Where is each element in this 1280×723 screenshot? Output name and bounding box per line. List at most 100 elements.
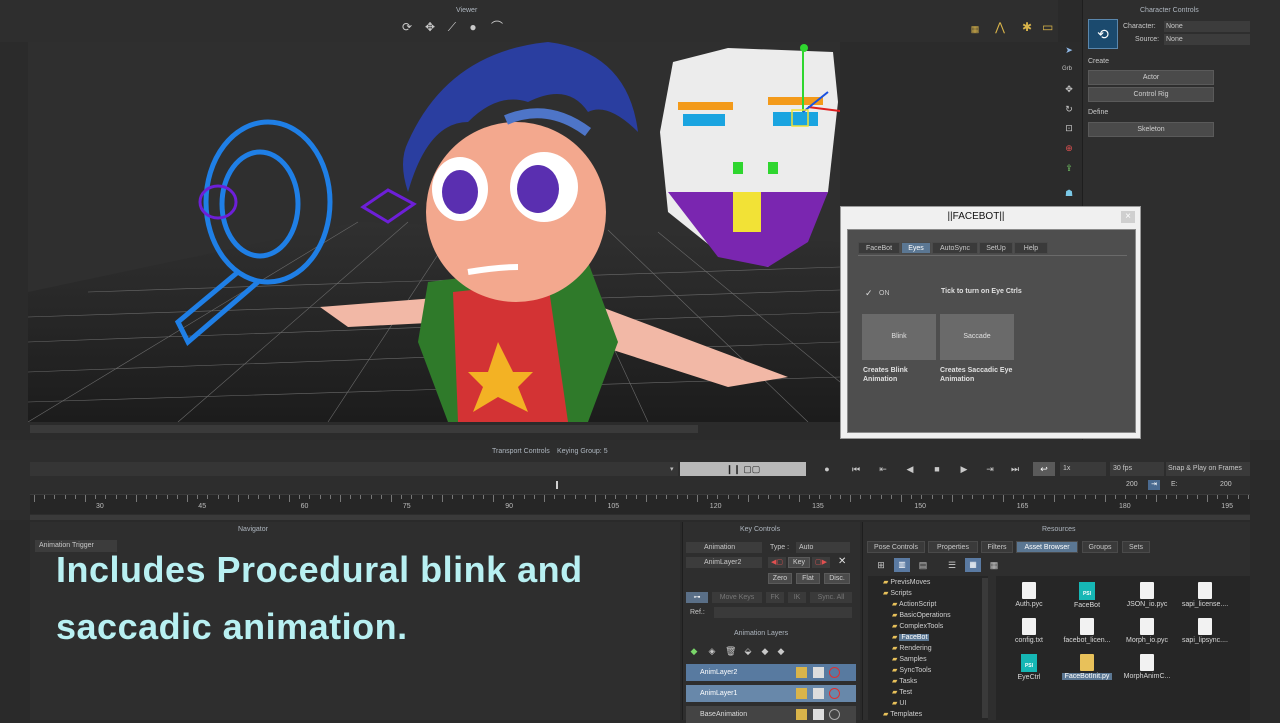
timeline-range-bar[interactable]: ❙❙ ▢▢	[680, 462, 806, 476]
flat-button[interactable]: Flat	[796, 573, 820, 584]
source-select[interactable]: None	[1164, 34, 1250, 45]
scale-icon[interactable]: ⊡	[1064, 123, 1074, 133]
pose-mode-icon[interactable]: ⋀	[995, 21, 1005, 33]
layer-lock-icon[interactable]	[796, 709, 807, 720]
curve-icon[interactable]: ⌒	[491, 21, 503, 33]
tab-autosync[interactable]: AutoSync	[932, 242, 978, 254]
next-key-icon[interactable]: ⇥	[985, 464, 995, 474]
orbit-icon[interactable]: ⟳	[402, 21, 412, 33]
prev-key-button[interactable]: ◀▢	[768, 557, 786, 568]
magnify-icon[interactable]: ●	[468, 21, 478, 33]
layer-solo-icon[interactable]	[813, 688, 824, 699]
view-toggle-icon[interactable]: ▥	[894, 558, 910, 572]
character-icon[interactable]: ☗	[1064, 188, 1074, 198]
layer-tool-icon[interactable]: ◈	[707, 646, 717, 656]
tree-item[interactable]: ▰ ComplexTools	[892, 622, 943, 630]
type-select[interactable]: Auto	[796, 542, 850, 553]
tab-setup[interactable]: SetUp	[979, 242, 1013, 254]
move-keys-button[interactable]: Move Keys	[712, 592, 762, 603]
asset-file[interactable]: PSI FaceBot	[1062, 582, 1112, 609]
ik-button[interactable]: IK	[788, 592, 806, 603]
display-mode-icon[interactable]: ▦	[970, 24, 980, 34]
facebot-close-button[interactable]: ×	[1121, 211, 1135, 223]
tree-item[interactable]: ▰ BasicOperations	[892, 611, 951, 619]
delete-layer-icon[interactable]: 🗑	[725, 646, 736, 656]
tree-item[interactable]: ▰ UI	[892, 699, 906, 707]
layer-select[interactable]: AnimLayer2	[686, 557, 762, 568]
timeline-scrollbar[interactable]	[30, 515, 1250, 520]
next-key-button[interactable]: ▢▶	[812, 557, 830, 568]
layer-lock-icon[interactable]	[796, 667, 807, 678]
tree-item[interactable]: ▰ Templates	[883, 710, 922, 718]
disc-button[interactable]: Disc.	[824, 573, 850, 584]
timeline-ruler[interactable]	[30, 494, 1250, 514]
layer-lock-icon[interactable]	[796, 688, 807, 699]
goto-start-icon[interactable]: ⏮	[851, 464, 861, 474]
asset-file[interactable]: config.txt	[1004, 618, 1054, 644]
play-back-icon[interactable]: ◀	[905, 464, 915, 474]
asset-file[interactable]: MorphAnimC...	[1122, 654, 1172, 680]
asset-file[interactable]: facebot_licen...	[1062, 618, 1112, 644]
keys-icon[interactable]: ⊶	[686, 592, 708, 603]
select-icon[interactable]: ➤	[1064, 45, 1074, 55]
constraint-icon[interactable]: ⇪	[1064, 163, 1074, 173]
viewer-scrollbar[interactable]	[30, 425, 698, 433]
blink-button[interactable]: Blink	[862, 314, 936, 360]
eye-ctrl-checkbox[interactable]: ✓	[865, 289, 874, 298]
asset-file[interactable]: sapi_lipsync....	[1180, 618, 1230, 644]
asset-file[interactable]: FaceBotInit.py	[1062, 654, 1112, 680]
saccade-button[interactable]: Saccade	[940, 314, 1014, 360]
timeline-marker[interactable]	[556, 481, 558, 489]
layer-down-icon[interactable]: ◆	[776, 646, 786, 656]
sync-all-button[interactable]: Sync. All	[810, 592, 852, 603]
goto-end-icon[interactable]: ⏭	[1010, 464, 1020, 474]
tab-eyes[interactable]: Eyes	[901, 242, 931, 254]
tree-scrollbar[interactable]	[982, 578, 988, 718]
tree-item[interactable]: ▰ Test	[892, 688, 912, 696]
loop-button[interactable]: ↩	[1033, 462, 1055, 476]
tab-pose-controls[interactable]: Pose Controls	[867, 541, 925, 553]
timeline-slider-track[interactable]	[30, 462, 678, 476]
ref-field[interactable]	[714, 607, 852, 618]
tree-item[interactable]: ▰ FaceBot	[892, 633, 930, 641]
layer-mute-icon[interactable]	[829, 709, 840, 720]
control-rig-button[interactable]: Control Rig	[1088, 87, 1214, 102]
tree-item[interactable]: ▰ Samples	[892, 655, 927, 663]
layer-mute-icon[interactable]	[829, 667, 840, 678]
prev-key-icon[interactable]: ⇤	[878, 464, 888, 474]
snap-select[interactable]: Snap & Play on Frames	[1166, 462, 1250, 476]
settings-mode-icon[interactable]: ✱	[1022, 21, 1032, 33]
play-icon[interactable]: ▶	[959, 464, 969, 474]
asset-file[interactable]: Auth.pyc	[1004, 582, 1054, 608]
translate-icon[interactable]: ✥	[1064, 84, 1074, 94]
view-details-icon[interactable]: ☰	[947, 560, 957, 570]
tab-help[interactable]: Help	[1014, 242, 1048, 254]
layer-mute-icon[interactable]	[829, 688, 840, 699]
tree-item[interactable]: ▰ SyncTools	[892, 666, 931, 674]
fps-select[interactable]: 30 fps	[1110, 462, 1164, 476]
tab-asset-browser[interactable]: Asset Browser	[1016, 541, 1078, 553]
frame-marker-icon[interactable]: ⇥	[1148, 480, 1160, 490]
fk-button[interactable]: FK	[766, 592, 784, 603]
pin-icon[interactable]: ⊕	[1064, 143, 1074, 153]
tree-item[interactable]: ▰ Rendering	[892, 644, 932, 652]
tab-properties[interactable]: Properties	[928, 541, 978, 553]
tab-groups[interactable]: Groups	[1082, 541, 1118, 553]
add-layer-icon[interactable]: ◆	[689, 646, 699, 656]
camera-switch-icon[interactable]: ▭	[1042, 21, 1053, 33]
tree-item[interactable]: ▰ PrevisMoves	[883, 578, 930, 586]
tree-item[interactable]: ▰ Scripts	[883, 589, 912, 597]
zero-button[interactable]: Zero	[768, 573, 792, 584]
scene-render[interactable]	[28, 42, 840, 422]
tab-sets[interactable]: Sets	[1122, 541, 1150, 553]
record-icon[interactable]: ●	[822, 464, 832, 474]
asset-file[interactable]: JSON_io.pyc	[1122, 582, 1172, 608]
frame-e-value[interactable]: 200	[1220, 481, 1232, 488]
skeleton-button[interactable]: Skeleton	[1088, 122, 1214, 137]
layer-solo-icon[interactable]	[813, 709, 824, 720]
browse-tree-icon[interactable]: ⊞	[876, 560, 886, 570]
view-small-icon[interactable]: ▦	[989, 560, 999, 570]
timeline-dropdown-icon[interactable]: ▾	[670, 465, 674, 473]
pan-icon[interactable]: ✥	[425, 21, 435, 33]
view-thumbs-icon[interactable]: ▦	[965, 558, 981, 572]
